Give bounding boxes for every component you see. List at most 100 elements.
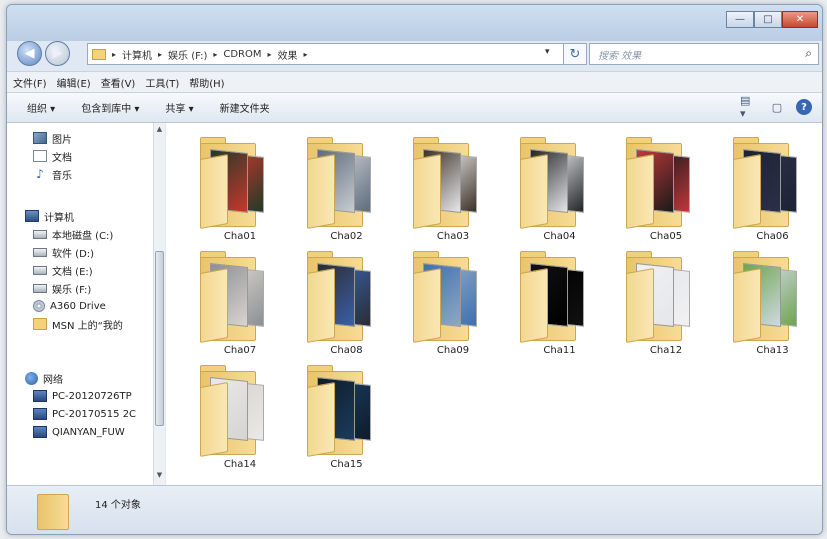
scroll-up-arrow-icon[interactable]: ▲ <box>155 125 164 135</box>
sidebar-item[interactable]: 图片 <box>33 129 72 147</box>
breadcrumb-separator: ▸ <box>213 49 218 59</box>
folder-item[interactable]: Cha14 <box>192 363 288 475</box>
sidebar-item[interactable]: QIANYAN_FUW <box>33 423 125 441</box>
picture-icon <box>33 132 47 144</box>
folder-item[interactable]: Cha13 <box>725 249 821 361</box>
breadcrumb-separator: ▸ <box>112 49 117 59</box>
folder-item[interactable]: Cha03 <box>405 135 501 247</box>
minimize-button[interactable]: — <box>726 11 754 28</box>
folder-front <box>306 268 335 343</box>
navigation-scrollbar[interactable]: ▲ ▼ <box>153 123 165 485</box>
breadcrumb-effects[interactable]: 效果 <box>278 47 298 62</box>
search-placeholder: 搜索 效果 <box>598 50 642 62</box>
forward-button[interactable]: ▶ <box>45 41 70 66</box>
scrollbar-thumb[interactable] <box>155 251 164 426</box>
organize-button[interactable]: 组织 ▾ <box>27 100 55 115</box>
folder-name: Cha09 <box>436 345 470 356</box>
help-icon[interactable]: ? <box>796 99 812 115</box>
folder-item[interactable]: Cha09 <box>405 249 501 361</box>
sidebar-item[interactable]: A360 Drive <box>33 297 106 315</box>
back-button[interactable]: ◀ <box>17 41 42 66</box>
folder-item[interactable]: Cha15 <box>299 363 395 475</box>
folder-name: Cha04 <box>543 231 576 242</box>
folder-item[interactable]: Cha08 <box>299 249 395 361</box>
computer-icon <box>25 210 39 222</box>
command-bar: 组织 ▾ 包含到库中 ▾ 共享 ▾ 新建文件夹 ▤ ▾ ▢ ? <box>7 93 822 123</box>
sidebar-item-label: 文档 <box>52 152 72 164</box>
host-icon <box>33 408 47 420</box>
address-bar[interactable]: ▸ 计算机 ▸ 娱乐 (F:) ▸ CDROM ▸ 效果 ▸ <box>87 43 587 65</box>
folder-front <box>306 382 335 457</box>
address-dropdown-icon[interactable]: ▾ <box>545 47 550 57</box>
new-folder-button[interactable]: 新建文件夹 <box>220 100 270 115</box>
sidebar-item[interactable]: 软件 (D:) <box>33 243 94 261</box>
folder-item[interactable]: Cha01 <box>192 135 288 247</box>
breadcrumb-drive-f[interactable]: 娱乐 (F:) <box>168 47 207 62</box>
sidebar-item[interactable]: ♪ 音乐 <box>33 165 72 183</box>
document-icon <box>33 150 47 162</box>
view-controls: ▤ ▾ ▢ ? <box>740 94 812 120</box>
menu-view[interactable]: 查看(V) <box>101 75 136 90</box>
folder-front <box>306 154 335 229</box>
sidebar-item[interactable]: 计算机 <box>25 207 74 225</box>
folder-front <box>413 268 441 343</box>
folder-item[interactable]: Cha07 <box>192 249 288 361</box>
item-count: 14 个对象 <box>95 500 141 511</box>
folder-name: Cha06 <box>756 231 789 242</box>
folder-name: Cha05 <box>649 231 683 242</box>
file-list-pane: Cha01 Cha02 Cha03 Cha04 Cha05 Cha06 Cha07 Cha08… <box>166 123 822 485</box>
folder-icon <box>37 494 69 530</box>
scroll-down-arrow-icon[interactable]: ▼ <box>155 471 164 481</box>
breadcrumb-cdrom[interactable]: CDROM <box>223 49 261 60</box>
sidebar-item-label: 本地磁盘 (C:) <box>52 230 114 242</box>
breadcrumb-separator: ▸ <box>303 49 308 59</box>
search-icon[interactable]: ⌕ <box>805 46 812 61</box>
drive-icon <box>33 283 47 293</box>
sidebar-item-label: A360 Drive <box>50 300 106 312</box>
folder-item[interactable]: Cha12 <box>618 249 714 361</box>
folder-front <box>413 154 441 229</box>
folder-front <box>519 268 548 343</box>
folder-item[interactable]: Cha11 <box>512 249 608 361</box>
folder-item[interactable]: Cha06 <box>725 135 821 247</box>
folder-front <box>732 268 761 343</box>
sidebar-item[interactable]: PC-20170515 2C <box>33 405 136 423</box>
menu-bar: 文件(F) 编辑(E) 查看(V) 工具(T) 帮助(H) <box>7 71 822 93</box>
breadcrumb-computer[interactable]: 计算机 <box>122 47 152 62</box>
refresh-icon[interactable]: ↻ <box>563 43 587 65</box>
cloud-drive-icon <box>33 300 45 312</box>
preview-pane-icon[interactable]: ▢ <box>768 99 786 115</box>
sidebar-item-label: 软件 (D:) <box>52 248 95 260</box>
folder-front <box>200 268 228 343</box>
folder-name: Cha15 <box>330 459 363 470</box>
include-in-library-button[interactable]: 包含到库中 ▾ <box>81 100 139 115</box>
folder-item[interactable]: Cha02 <box>299 135 395 247</box>
sidebar-item[interactable]: 娱乐 (F:) <box>33 279 91 297</box>
folder-icon <box>33 318 47 330</box>
folder-name: Cha01 <box>223 231 257 242</box>
menu-file[interactable]: 文件(F) <box>13 75 47 90</box>
sidebar-item-label: 网络 <box>43 374 63 386</box>
details-pane: 14 个对象 <box>7 485 822 534</box>
menu-edit[interactable]: 编辑(E) <box>57 75 91 90</box>
sidebar-item[interactable]: 网络 <box>25 369 63 387</box>
maximize-button[interactable]: □ <box>754 11 782 28</box>
folder-front <box>732 154 761 229</box>
sidebar-item[interactable]: 文档 <box>33 147 72 165</box>
breadcrumb-separator: ▸ <box>267 49 272 59</box>
sidebar-item[interactable]: MSN 上的“我的 <box>33 315 123 333</box>
drive-icon <box>33 265 47 275</box>
music-icon: ♪ <box>36 167 44 181</box>
sidebar-item[interactable]: PC-20120726TP <box>33 387 132 405</box>
folder-item[interactable]: Cha05 <box>618 135 714 247</box>
folder-item[interactable]: Cha04 <box>512 135 608 247</box>
share-button[interactable]: 共享 ▾ <box>165 100 193 115</box>
sidebar-item[interactable]: 文档 (E:) <box>33 261 93 279</box>
menu-help[interactable]: 帮助(H) <box>189 75 224 90</box>
close-button[interactable]: ✕ <box>782 11 818 28</box>
host-icon <box>33 390 47 402</box>
search-input[interactable]: 搜索 效果 ⌕ <box>589 43 819 65</box>
change-view-icon[interactable]: ▤ ▾ <box>740 94 758 120</box>
menu-tools[interactable]: 工具(T) <box>145 75 179 90</box>
sidebar-item[interactable]: 本地磁盘 (C:) <box>33 225 113 243</box>
